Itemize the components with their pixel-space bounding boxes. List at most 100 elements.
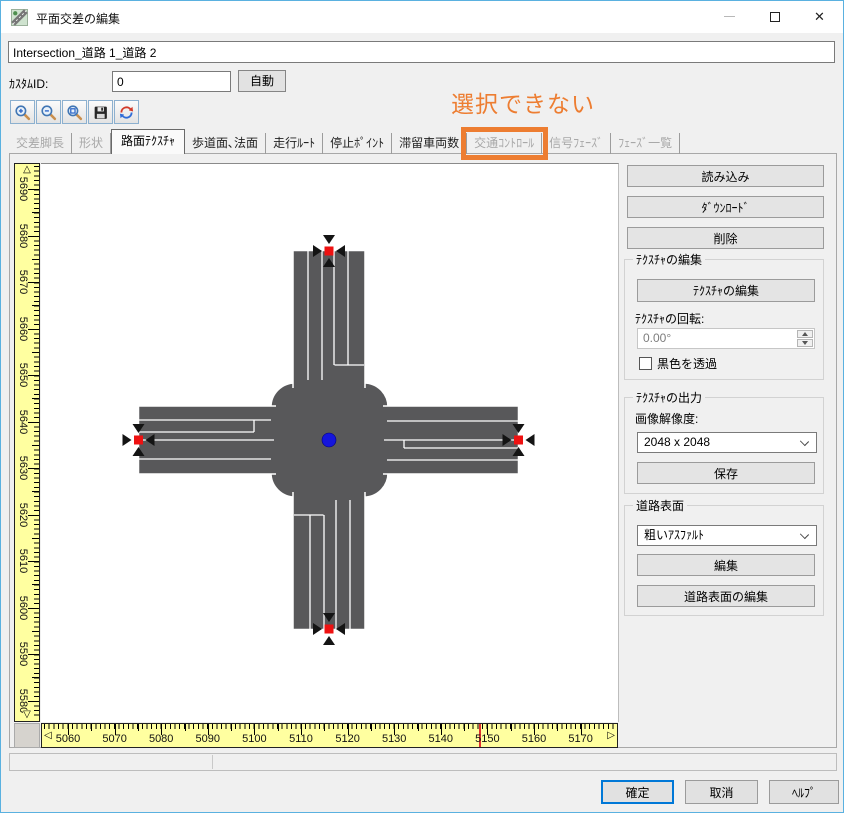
tab-signal-phase: 信号ﾌｪｰｽﾞ (542, 133, 611, 154)
zoom-region-button[interactable] (62, 100, 87, 124)
ruler-y-label: 5660 (17, 316, 29, 340)
v-ruler-major-tick (28, 422, 39, 423)
ruler-scroll-left-arrow[interactable]: ◁ (44, 731, 52, 741)
zoom-out-button[interactable] (36, 100, 61, 124)
tab-sidewalk-slope[interactable]: 歩道面､法面 (185, 133, 266, 154)
v-ruler-major-tick (28, 236, 39, 237)
tab-drive-route[interactable]: 走行ﾙｰﾄ (266, 133, 323, 154)
intersection-center-point[interactable] (322, 433, 336, 447)
v-ruler-mid-tick (32, 352, 39, 353)
h-ruler-mid-tick (138, 724, 139, 731)
tab-strip: 交差脚長形状路面ﾃｸｽﾁｬ歩道面､法面走行ﾙｰﾄ停止ﾎﾟｲﾝﾄ滞留車両数交通ｺﾝ… (9, 131, 680, 154)
spinner-down-button[interactable] (797, 339, 813, 347)
v-ruler-major-tick (28, 701, 39, 702)
ruler-corner (14, 723, 40, 748)
intersection-name-input[interactable] (8, 41, 835, 63)
h-ruler-mid-tick (231, 724, 232, 731)
road-surface-dropdown[interactable]: 粗いｱｽﾌｧﾙﾄ (637, 525, 817, 546)
ruler-x-label: 5110 (289, 733, 313, 745)
v-ruler-major-tick (28, 189, 39, 190)
ruler-x-label: 5080 (149, 733, 173, 745)
road-arm-north[interactable] (293, 250, 366, 390)
tab-traffic-control: 交通ｺﾝﾄﾛｰﾙ (467, 133, 542, 154)
ruler-y-label: 5620 (17, 502, 29, 526)
chevron-down-icon (800, 530, 809, 539)
texture-edit-button[interactable]: ﾃｸｽﾁｬの編集 (637, 279, 815, 302)
ruler-y-label: 5640 (17, 409, 29, 433)
v-ruler-major-tick (28, 375, 39, 376)
spinner-buttons (797, 330, 813, 347)
intersection-drawing[interactable] (41, 164, 619, 723)
ruler-y-label: 5670 (17, 270, 29, 294)
v-ruler-mid-tick (32, 259, 39, 260)
minimize-icon (724, 16, 735, 17)
edit-road-surface-button[interactable]: 道路表面の編集 (637, 585, 815, 607)
custom-id-input[interactable] (112, 71, 231, 92)
h-ruler-mid-tick (464, 724, 465, 731)
texture-edit-group-title: ﾃｸｽﾁｬの編集 (633, 251, 705, 268)
h-ruler-mid-tick (371, 724, 372, 731)
image-resolution-value: 2048 x 2048 (644, 435, 710, 449)
tab-shape: 形状 (72, 133, 111, 154)
v-ruler-mid-tick (32, 538, 39, 539)
refresh-button[interactable] (114, 100, 139, 124)
close-button[interactable]: ✕ (797, 1, 842, 32)
zoom-out-icon (40, 104, 57, 121)
v-ruler-major-tick (28, 608, 39, 609)
tab-phase-list: ﾌｪｰｽﾞ一覧 (611, 133, 680, 154)
refresh-icon (118, 104, 135, 121)
status-bar (9, 753, 837, 771)
ruler-y-label: 5690 (17, 177, 29, 201)
spinner-up-button[interactable] (797, 330, 813, 338)
app-icon (11, 9, 28, 26)
tab-leg-length: 交差脚長 (9, 133, 72, 154)
help-button[interactable]: ﾍﾙﾌﾟ (769, 780, 839, 804)
zoom-in-icon (14, 104, 31, 121)
ruler-scroll-right-arrow[interactable]: ▷ (607, 731, 615, 741)
tab-surface-texture[interactable]: 路面ﾃｸｽﾁｬ (111, 129, 185, 154)
maximize-button[interactable] (752, 1, 797, 32)
image-resolution-label: 画像解像度: (635, 410, 698, 427)
h-ruler-minor-ticks (44, 724, 615, 729)
ruler-x-label: 5070 (102, 733, 126, 745)
ruler-y-label: 5610 (17, 549, 29, 573)
ruler-scroll-down-arrow[interactable]: ▽ (23, 710, 31, 720)
save-texture-button[interactable]: 保存 (637, 462, 815, 484)
ruler-x-label: 5120 (335, 733, 359, 745)
v-ruler-major-tick (28, 654, 39, 655)
h-ruler-mid-tick (557, 724, 558, 731)
v-ruler-mid-tick (32, 305, 39, 306)
texture-rotation-value: 0.00° (643, 331, 671, 345)
edit-surface-button[interactable]: 編集 (637, 554, 815, 576)
zoom-in-button[interactable] (10, 100, 35, 124)
ok-button[interactable]: 確定 (601, 780, 674, 804)
transparent-black-checkbox[interactable] (639, 357, 652, 370)
road-surface-group-title: 道路表面 (633, 497, 687, 514)
load-button[interactable]: 読み込み (627, 165, 824, 187)
tab-queued-vehicles[interactable]: 滞留車両数 (392, 133, 467, 154)
zoom-region-icon (66, 104, 83, 121)
save-view-button[interactable] (88, 100, 113, 124)
road-surface-value: 粗いｱｽﾌｧﾙﾄ (644, 528, 704, 542)
h-ruler-mid-tick (185, 724, 186, 731)
minimize-button (707, 1, 752, 32)
road-arm-south[interactable] (293, 490, 366, 630)
tab-stop-point[interactable]: 停止ﾎﾟｲﾝﾄ (323, 133, 392, 154)
auto-button[interactable]: 自動 (238, 70, 286, 92)
h-ruler-mid-tick (91, 724, 92, 731)
intersection-canvas[interactable] (41, 163, 619, 722)
h-ruler-mid-tick (324, 724, 325, 731)
spinner-up-icon (802, 332, 808, 336)
texture-rotation-spinner[interactable]: 0.00° (637, 328, 815, 349)
window-title: 平面交差の編集 (36, 10, 120, 27)
image-resolution-dropdown[interactable]: 2048 x 2048 (637, 432, 817, 453)
cancel-button[interactable]: 取消 (685, 780, 758, 804)
download-button[interactable]: ﾀﾞｳﾝﾛｰﾄﾞ (627, 196, 824, 218)
status-divider (212, 755, 213, 769)
tab-content-pane: △ ▽ 569056805670566056505640563056205610… (9, 153, 837, 748)
delete-button[interactable]: 削除 (627, 227, 824, 249)
title-bar[interactable]: 平面交差の編集 ✕ (1, 1, 843, 33)
v-ruler-mid-tick (32, 445, 39, 446)
texture-output-group-title: ﾃｸｽﾁｬの出力 (633, 389, 705, 406)
ruler-scroll-up-arrow[interactable]: △ (23, 165, 31, 175)
